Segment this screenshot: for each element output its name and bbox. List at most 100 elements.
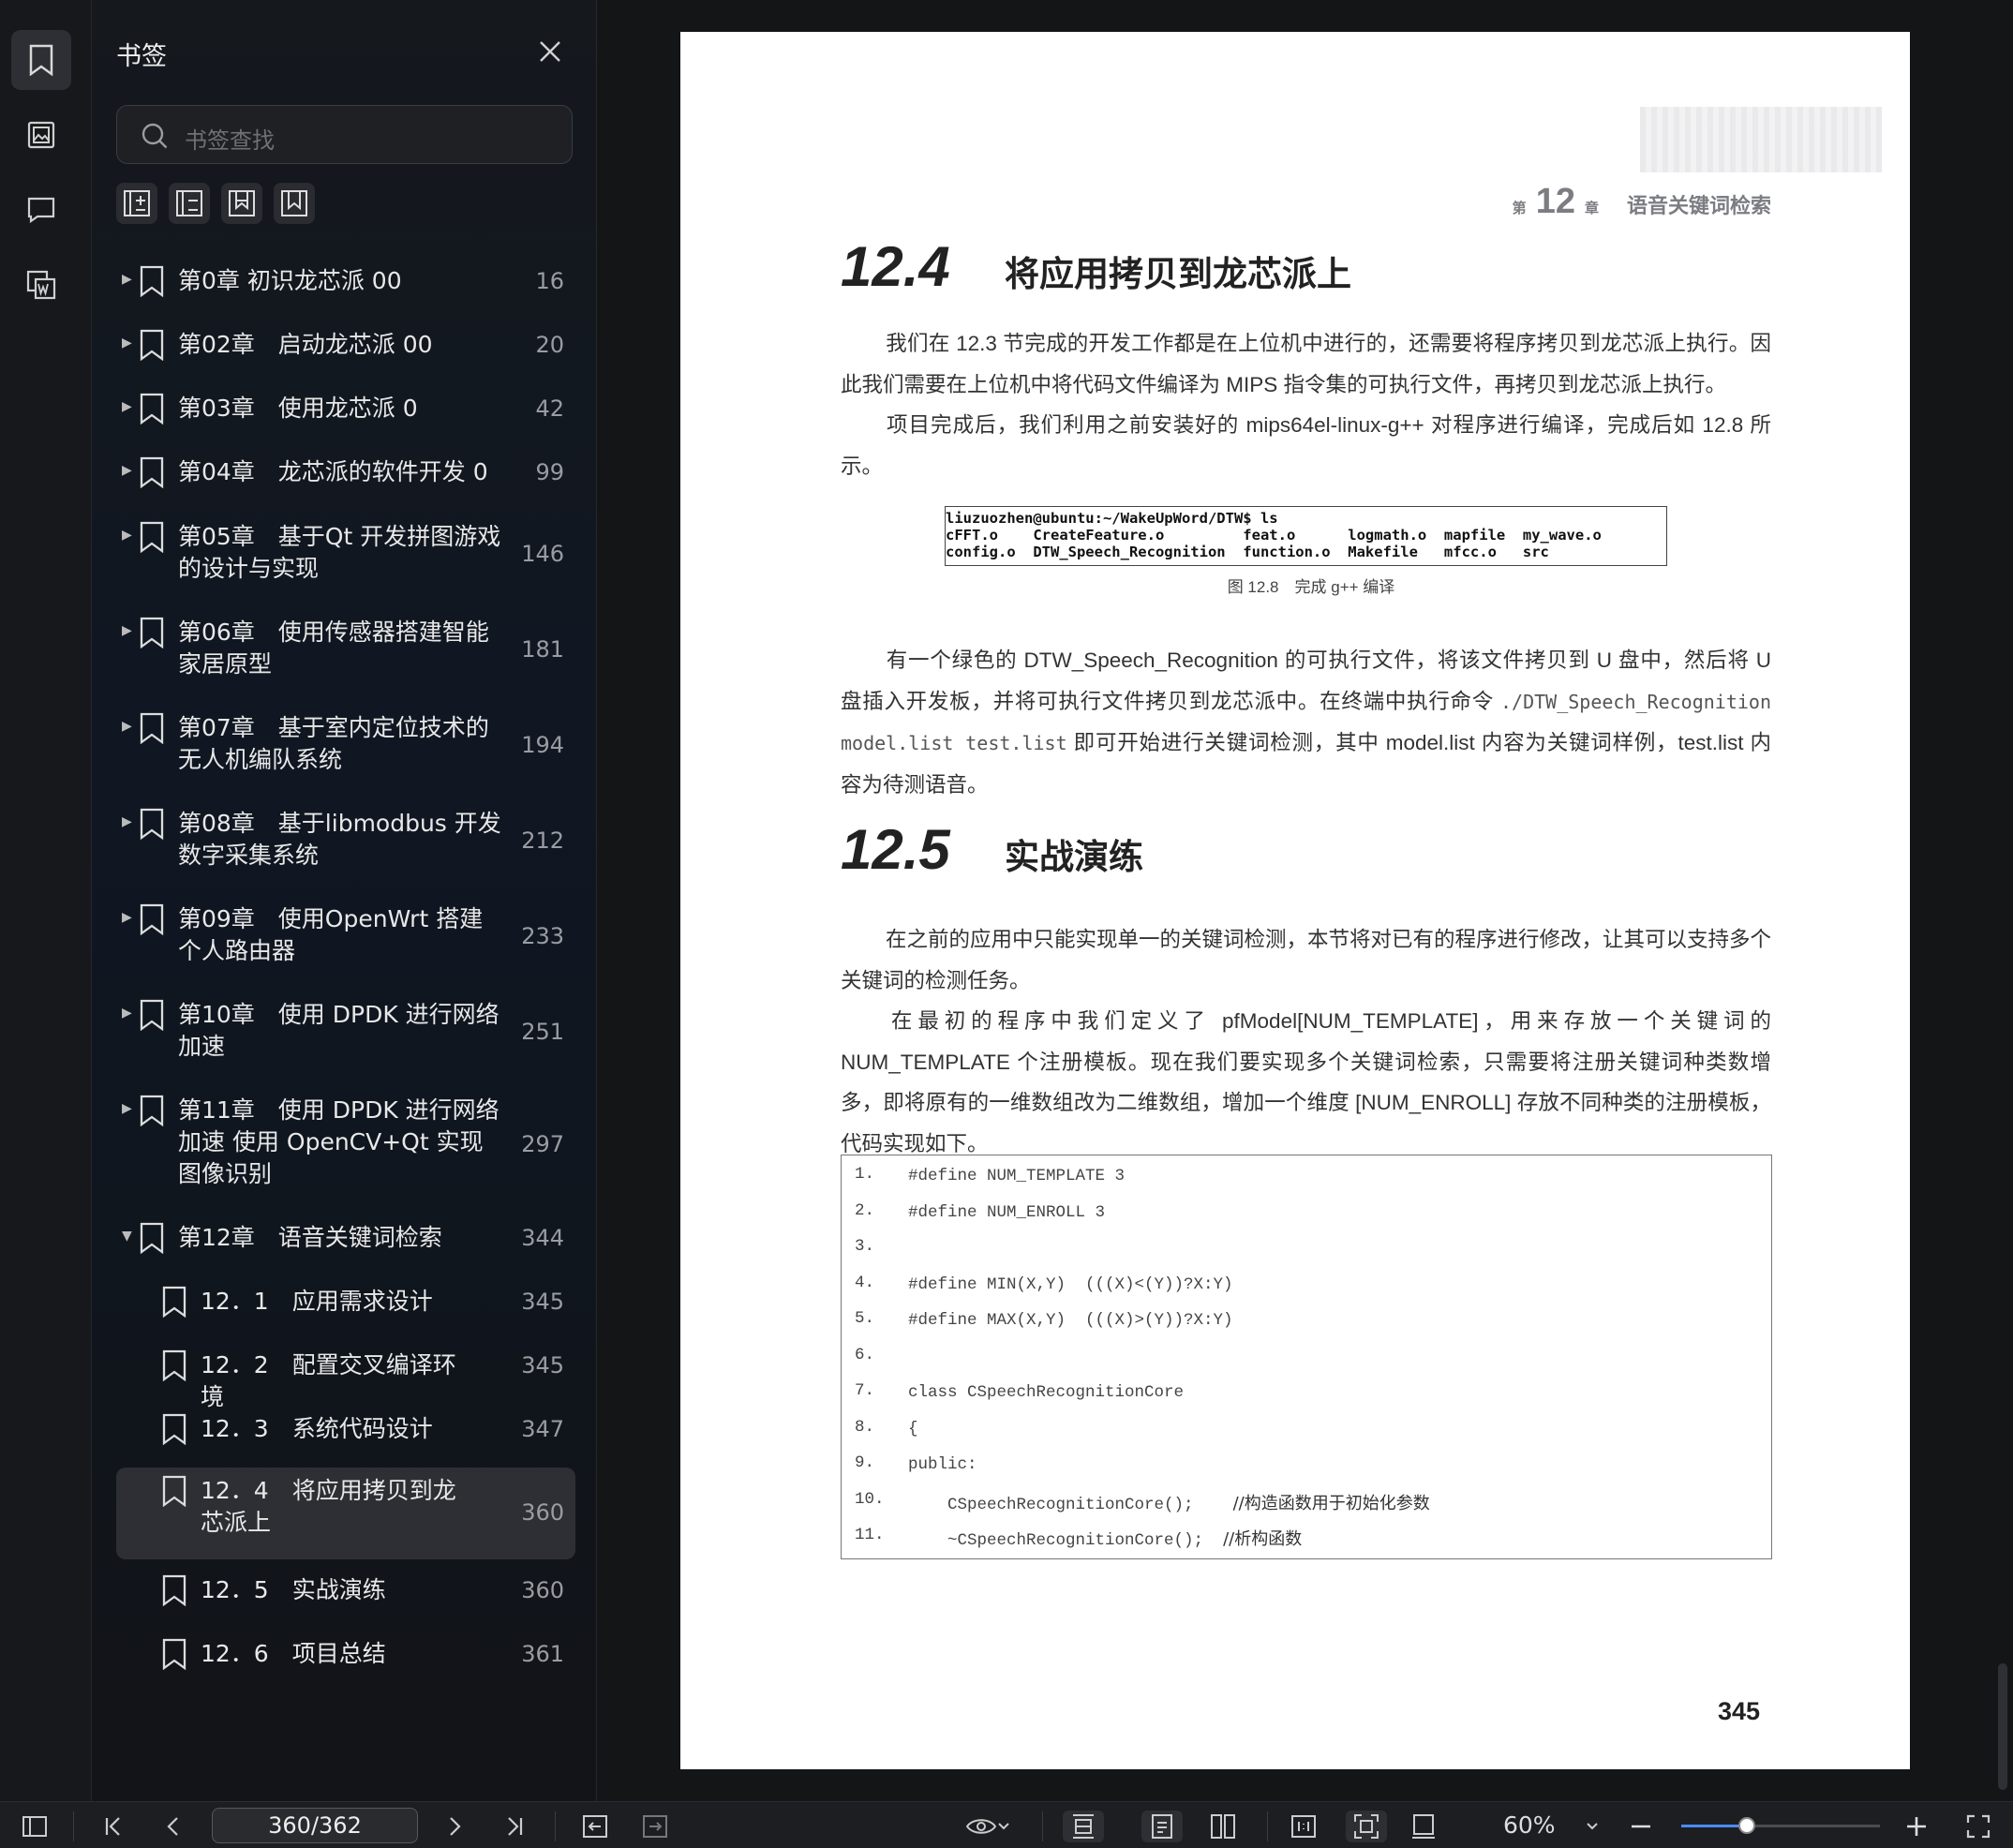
bookmark-item[interactable]: ▶ 第05章 基于Qt 开发拼图游戏的设计与实现 146 <box>116 514 575 596</box>
caret-right-icon[interactable]: ▶ <box>122 719 132 734</box>
vertical-scrollbar[interactable] <box>1998 1663 2007 1790</box>
bookmark-item[interactable]: 12．1 应用需求设计 345 <box>116 1278 575 1327</box>
header-prefix: 第 <box>1512 201 1527 216</box>
word-export-tab-button[interactable] <box>11 255 71 315</box>
collapse-all-icon <box>176 190 202 216</box>
caret-right-icon[interactable]: ▶ <box>122 399 132 414</box>
fit-page-icon <box>1354 1814 1379 1839</box>
section-title: 实战演练 <box>1005 838 1143 876</box>
caret-right-icon[interactable]: ▶ <box>122 463 132 478</box>
thumbnails-tab-button[interactable] <box>11 105 71 165</box>
caret-right-icon[interactable]: ▶ <box>122 623 132 638</box>
bookmark-item[interactable]: 12．5 实战演练 360 <box>116 1567 575 1616</box>
bookmark-item[interactable]: ▶ 第08章 基于libmodbus 开发数字采集系统 212 <box>116 800 575 883</box>
document-viewer[interactable]: 第 12 章 语音关键词检索 12.4 将应用拷贝到龙芯派上 我们在 12.3 … <box>597 0 2013 1801</box>
go-forward-button[interactable] <box>639 1811 671 1842</box>
two-page-button[interactable] <box>1207 1811 1239 1842</box>
add-child-bookmark-button[interactable] <box>274 183 315 224</box>
zoom-slider-knob[interactable] <box>1737 1817 1755 1834</box>
bookmark-page-number: 194 <box>521 732 564 758</box>
image-icon <box>27 121 55 149</box>
bookmark-item[interactable]: ▶ 第10章 使用 DPDK 进行网络加速 251 <box>116 991 575 1074</box>
bookmarks-tab-button[interactable] <box>11 30 71 90</box>
bookmark-label: 第08章 基于libmodbus 开发数字采集系统 <box>178 810 501 869</box>
add-bookmark-button[interactable] <box>221 183 262 224</box>
header-suffix: 章 <box>1584 201 1599 216</box>
bookmark-item[interactable]: ▶ 第04章 龙芯派的软件开发 0 99 <box>116 449 575 498</box>
page-number-input[interactable]: 360/362 <box>212 1808 418 1843</box>
caret-right-icon[interactable]: ▶ <box>122 910 132 925</box>
zoom-out-button[interactable] <box>1625 1811 1657 1842</box>
actual-size-button[interactable] <box>1288 1811 1320 1842</box>
fit-width-button[interactable] <box>1408 1811 1439 1842</box>
bookmark-icon <box>29 44 53 76</box>
annotations-tab-button[interactable] <box>11 180 71 240</box>
bookmark-item[interactable]: 12．4 将应用拷贝到龙芯派上 360 <box>116 1468 575 1559</box>
header-chapter-number: 12 <box>1535 182 1575 221</box>
code-comment: //构造函数用于初始化参数 <box>1232 1493 1430 1513</box>
word-document-icon <box>26 270 56 300</box>
bookmark-item[interactable]: ▶ 第0章 初识龙芯派 00 16 <box>116 258 575 306</box>
bookmark-item[interactable]: ▶ 第09章 使用OpenWrt 搭建个人路由器 233 <box>116 896 575 978</box>
code-text: #define NUM_ENROLL 3 <box>908 1202 1106 1222</box>
chevron-down-icon <box>1587 1823 1598 1830</box>
first-page-button[interactable] <box>97 1811 129 1842</box>
bookmark-icon <box>139 265 165 297</box>
bookmark-page-number: 42 <box>535 395 564 422</box>
bookmark-item[interactable]: ▶ 第07章 基于室内定位技术的无人机编队系统 194 <box>116 705 575 787</box>
collapse-all-button[interactable] <box>169 183 210 224</box>
bookmark-item[interactable]: 12．3 系统代码设计 347 <box>116 1406 575 1454</box>
zoom-in-button[interactable] <box>1901 1811 1932 1842</box>
line-number: 8. <box>855 1417 875 1437</box>
search-placeholder: 书签查找 <box>185 127 275 154</box>
bookmark-label: 第04章 龙芯派的软件开发 0 <box>178 458 488 485</box>
bookmark-label: 第03章 使用龙芯派 0 <box>178 395 418 422</box>
bookmark-icon <box>139 999 165 1031</box>
line-number: 10. <box>855 1489 885 1509</box>
caret-right-icon[interactable]: ▶ <box>122 272 132 287</box>
paragraph: 有一个绿色的 DTW_Speech_Recognition 的可执行文件，将该文… <box>841 648 1771 797</box>
zoom-dropdown-button[interactable] <box>1576 1811 1608 1842</box>
caret-right-icon[interactable]: ▶ <box>122 814 132 829</box>
code-text: public: <box>908 1455 977 1474</box>
bookmark-item[interactable]: ▶ 第03章 使用龙芯派 0 42 <box>116 385 575 434</box>
caret-right-icon[interactable]: ▶ <box>122 1101 132 1116</box>
zoom-level[interactable]: 60% <box>1503 1811 1556 1839</box>
reading-mode-dropdown[interactable] <box>960 1811 1016 1842</box>
terminal-line: cFFT.o CreateFeature.o feat.o logmath.o … <box>946 527 1602 544</box>
caret-right-icon[interactable]: ▶ <box>122 1006 132 1021</box>
code-text: #define MAX(X,Y) (((X)>(Y))?X:Y) <box>908 1311 1233 1330</box>
bookmark-item[interactable]: 12．2 配置交叉编译环境 345 <box>116 1342 575 1410</box>
bookmark-label: 12．5 实战演练 <box>201 1576 386 1603</box>
caret-down-icon[interactable]: ▼ <box>122 1229 132 1244</box>
bookmark-item[interactable]: ▶ 第06章 使用传感器搭建智能家居原型 181 <box>116 609 575 692</box>
fit-height-button[interactable] <box>1063 1811 1104 1842</box>
single-page-button[interactable] <box>1141 1811 1183 1842</box>
bookmark-icon <box>161 1349 187 1381</box>
bookmark-icon <box>139 1222 165 1254</box>
caret-right-icon[interactable]: ▶ <box>122 528 132 543</box>
bookmark-search-input[interactable]: 书签查找 <box>116 105 573 164</box>
bookmark-item[interactable]: ▶ 第02章 启动龙芯派 00 20 <box>116 321 575 370</box>
caret-right-icon[interactable]: ▶ <box>122 335 132 350</box>
last-page-button[interactable] <box>499 1811 530 1842</box>
line-number: 4. <box>855 1273 875 1292</box>
chapter-decoration <box>1640 107 1882 172</box>
go-back-button[interactable] <box>579 1811 611 1842</box>
bookmark-label: 第10章 使用 DPDK 进行网络加速 <box>178 1001 500 1060</box>
fullscreen-button[interactable] <box>1962 1811 1994 1842</box>
toggle-sidebar-button[interactable] <box>19 1811 51 1842</box>
header-chapter-title: 语音关键词检索 <box>1626 194 1771 217</box>
bookmark-page-number: 16 <box>535 268 564 294</box>
bookmark-add-icon <box>229 190 255 216</box>
bookmark-item[interactable]: 12．6 项目总结 361 <box>116 1631 575 1679</box>
close-panel-button[interactable] <box>536 37 564 66</box>
expand-all-button[interactable] <box>116 183 157 224</box>
bookmark-item[interactable]: ▼ 第12章 语音关键词检索 344 <box>116 1215 575 1263</box>
previous-page-button[interactable] <box>157 1811 189 1842</box>
next-page-button[interactable] <box>439 1811 470 1842</box>
fit-width-icon <box>1412 1814 1435 1839</box>
fit-page-button[interactable] <box>1346 1811 1387 1842</box>
zoom-slider[interactable] <box>1681 1817 1880 1834</box>
bookmark-item[interactable]: ▶ 第11章 使用 DPDK 进行网络加速 使用 OpenCV+Qt 实现图像识别… <box>116 1087 575 1203</box>
